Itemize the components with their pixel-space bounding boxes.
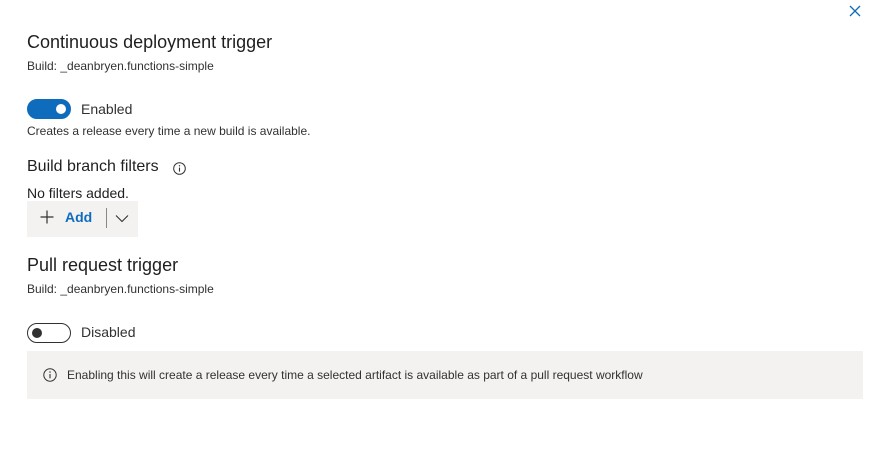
info-icon[interactable]: [173, 162, 186, 175]
toggle-knob: [32, 328, 42, 338]
add-filter-split-button: Add: [27, 201, 138, 237]
build-branch-filters-title: Build branch filters: [27, 158, 159, 175]
continuous-deployment-toggle[interactable]: [27, 99, 71, 119]
pull-request-toggle-label: Disabled: [81, 324, 136, 340]
close-icon: [849, 5, 861, 17]
close-button[interactable]: [846, 2, 864, 20]
pull-request-build: Build: _deanbryen.functions-simple: [27, 282, 214, 296]
continuous-deployment-build: Build: _deanbryen.functions-simple: [27, 59, 214, 73]
add-filter-label: Add: [65, 209, 93, 225]
pull-request-info-bar: Enabling this will create a release ever…: [27, 351, 863, 399]
toggle-knob: [56, 104, 66, 114]
chevron-down-icon: [115, 215, 129, 223]
info-icon: [43, 368, 57, 382]
trigger-settings-panel: Continuous deployment trigger Build: _de…: [0, 0, 876, 449]
pull-request-title: Pull request trigger: [27, 255, 179, 275]
pull-request-info-message: Enabling this will create a release ever…: [67, 368, 643, 382]
continuous-deployment-description: Creates a release every time a new build…: [27, 124, 311, 138]
pull-request-toggle[interactable]: [27, 323, 71, 343]
plus-icon: [40, 210, 54, 224]
no-filters-text: No filters added.: [27, 185, 129, 201]
continuous-deployment-title: Continuous deployment trigger: [27, 32, 273, 52]
add-filter-dropdown-button[interactable]: [107, 201, 138, 237]
add-filter-button[interactable]: Add: [27, 201, 105, 232]
continuous-deployment-toggle-label: Enabled: [81, 101, 133, 117]
